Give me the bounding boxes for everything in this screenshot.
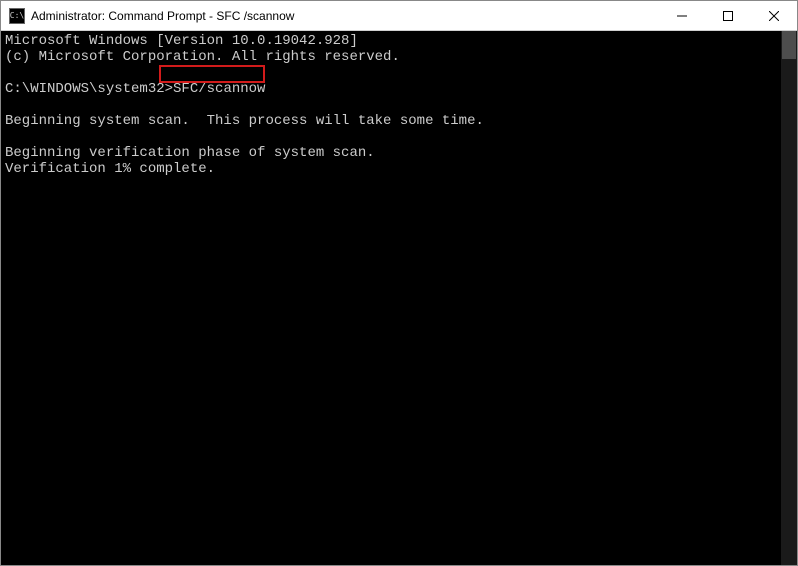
cmd-icon: C:\ bbox=[9, 8, 25, 24]
version-line: Microsoft Windows [Version 10.0.19042.92… bbox=[5, 33, 358, 49]
minimize-icon bbox=[677, 11, 687, 21]
progress-line: Verification 1% complete. bbox=[5, 161, 215, 177]
window-title: Administrator: Command Prompt - SFC /sca… bbox=[31, 9, 659, 23]
close-icon bbox=[769, 11, 779, 21]
scan-line: Beginning system scan. This process will… bbox=[5, 113, 484, 129]
close-button[interactable] bbox=[751, 1, 797, 30]
terminal-output: Microsoft Windows [Version 10.0.19042.92… bbox=[1, 31, 781, 565]
command-text: SFC/scannow bbox=[173, 81, 265, 97]
scrollbar-thumb[interactable] bbox=[782, 31, 796, 59]
terminal[interactable]: Microsoft Windows [Version 10.0.19042.92… bbox=[1, 31, 797, 565]
maximize-button[interactable] bbox=[705, 1, 751, 30]
window-controls bbox=[659, 1, 797, 30]
titlebar: C:\ Administrator: Command Prompt - SFC … bbox=[1, 1, 797, 31]
scrollbar[interactable] bbox=[781, 31, 797, 565]
minimize-button[interactable] bbox=[659, 1, 705, 30]
verification-line: Beginning verification phase of system s… bbox=[5, 145, 375, 161]
copyright-line: (c) Microsoft Corporation. All rights re… bbox=[5, 49, 400, 65]
prompt-path: C:\WINDOWS\system32> bbox=[5, 81, 173, 97]
maximize-icon bbox=[723, 11, 733, 21]
